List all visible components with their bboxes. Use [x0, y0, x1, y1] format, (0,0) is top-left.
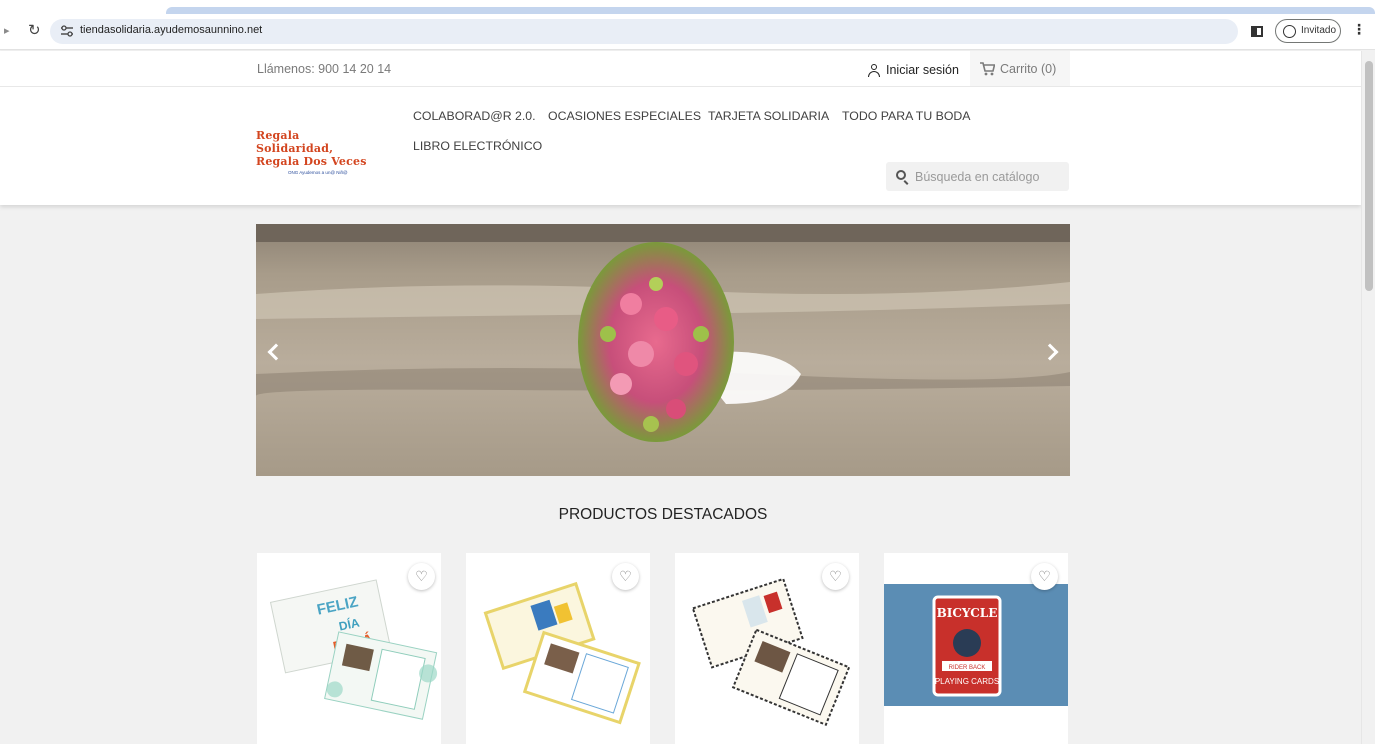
- site-logo[interactable]: Regala Solidaridad, Regala Dos Veces ONG…: [256, 129, 376, 175]
- search-input[interactable]: [915, 162, 1065, 191]
- carousel-prev-button[interactable]: [264, 342, 285, 362]
- nav-item-colaborador[interactable]: COLABORAD@R 2.0.: [413, 109, 536, 123]
- browser-tabstrip: [0, 0, 1375, 14]
- profile-button[interactable]: Invitado: [1275, 19, 1341, 43]
- svg-text:RIDER BACK: RIDER BACK: [949, 665, 986, 671]
- logo-subtitle: ONG Ayudemos a un@ Niñ@: [288, 170, 348, 175]
- nav-item-ocasiones-especiales[interactable]: OCASIONES ESPECIALES: [548, 109, 701, 123]
- chevron-left-icon: [267, 343, 285, 361]
- page-scrollbar[interactable]: [1361, 51, 1375, 744]
- nav-item-libro-electronico[interactable]: LIBRO ELECTRÓNICO: [413, 139, 542, 153]
- product-card[interactable]: FELIZ DÍA PAPÁ ♡: [257, 553, 441, 744]
- wishlist-button[interactable]: ♡: [408, 563, 435, 590]
- heart-outline-icon: ♡: [415, 568, 428, 585]
- product-card[interactable]: ♡: [466, 553, 650, 744]
- signin-label: Iniciar sesión: [886, 63, 959, 77]
- wishlist-button[interactable]: ♡: [1031, 563, 1058, 590]
- featured-products-title: PRODUCTOS DESTACADOS: [558, 506, 768, 523]
- site-header: Llámenos: 900 14 20 14 Iniciar sesión Ca…: [0, 51, 1361, 205]
- product-card[interactable]: ♡: [675, 553, 859, 744]
- svg-text:PLAYING CARDS: PLAYING CARDS: [935, 677, 999, 686]
- carousel-slide-image: [256, 224, 1070, 476]
- search-icon: [896, 170, 906, 180]
- signin-link[interactable]: Iniciar sesión: [868, 61, 959, 79]
- forward-icon[interactable]: ▸: [4, 24, 10, 37]
- carousel-next-button[interactable]: [1041, 342, 1062, 362]
- active-tab[interactable]: [166, 7, 1375, 14]
- site-settings-icon[interactable]: [60, 25, 74, 37]
- browser-toolbar: ▸ ↻ tiendasolidaria.ayudemosaunnino.net …: [0, 14, 1375, 50]
- heart-outline-icon: ♡: [619, 568, 632, 585]
- side-panel-icon[interactable]: [1251, 26, 1263, 37]
- reload-icon[interactable]: ↻: [28, 20, 41, 40]
- profile-icon: [1283, 25, 1296, 38]
- logo-line2: Regala Dos Veces: [256, 155, 367, 168]
- heart-outline-icon: ♡: [829, 568, 842, 585]
- wishlist-button[interactable]: ♡: [822, 563, 849, 590]
- logo-line1: Regala Solidaridad,: [256, 129, 334, 155]
- nav-item-todo-para-tu-boda[interactable]: TODO PARA TU BODA: [842, 109, 970, 123]
- cart-link[interactable]: Carrito (0): [970, 51, 1070, 86]
- wishlist-button[interactable]: ♡: [612, 563, 639, 590]
- nav-item-tarjeta-solidaria[interactable]: TARJETA SOLIDARIA: [708, 109, 829, 123]
- contact-phone: Llámenos: 900 14 20 14: [257, 62, 392, 76]
- address-bar[interactable]: tiendasolidaria.ayudemosaunnino.net: [50, 19, 1238, 44]
- address-url[interactable]: tiendasolidaria.ayudemosaunnino.net: [80, 24, 262, 36]
- cart-icon: [980, 61, 995, 75]
- chevron-right-icon: [1041, 343, 1059, 361]
- cart-label: Carrito (0): [1000, 61, 1057, 76]
- profile-label: Invitado: [1301, 25, 1337, 36]
- product-card[interactable]: BICYCLE RIDER BACK PLAYING CARDS ♡: [884, 553, 1068, 744]
- hero-carousel[interactable]: [256, 224, 1070, 476]
- heart-outline-icon: ♡: [1038, 568, 1051, 585]
- more-menu-icon[interactable]: ⋮: [1352, 20, 1366, 40]
- svg-text:BICYCLE: BICYCLE: [937, 606, 998, 620]
- header-divider: [0, 86, 1361, 87]
- catalog-search: [886, 162, 1069, 191]
- user-icon: [868, 63, 880, 77]
- scrollbar-thumb[interactable]: [1365, 61, 1373, 291]
